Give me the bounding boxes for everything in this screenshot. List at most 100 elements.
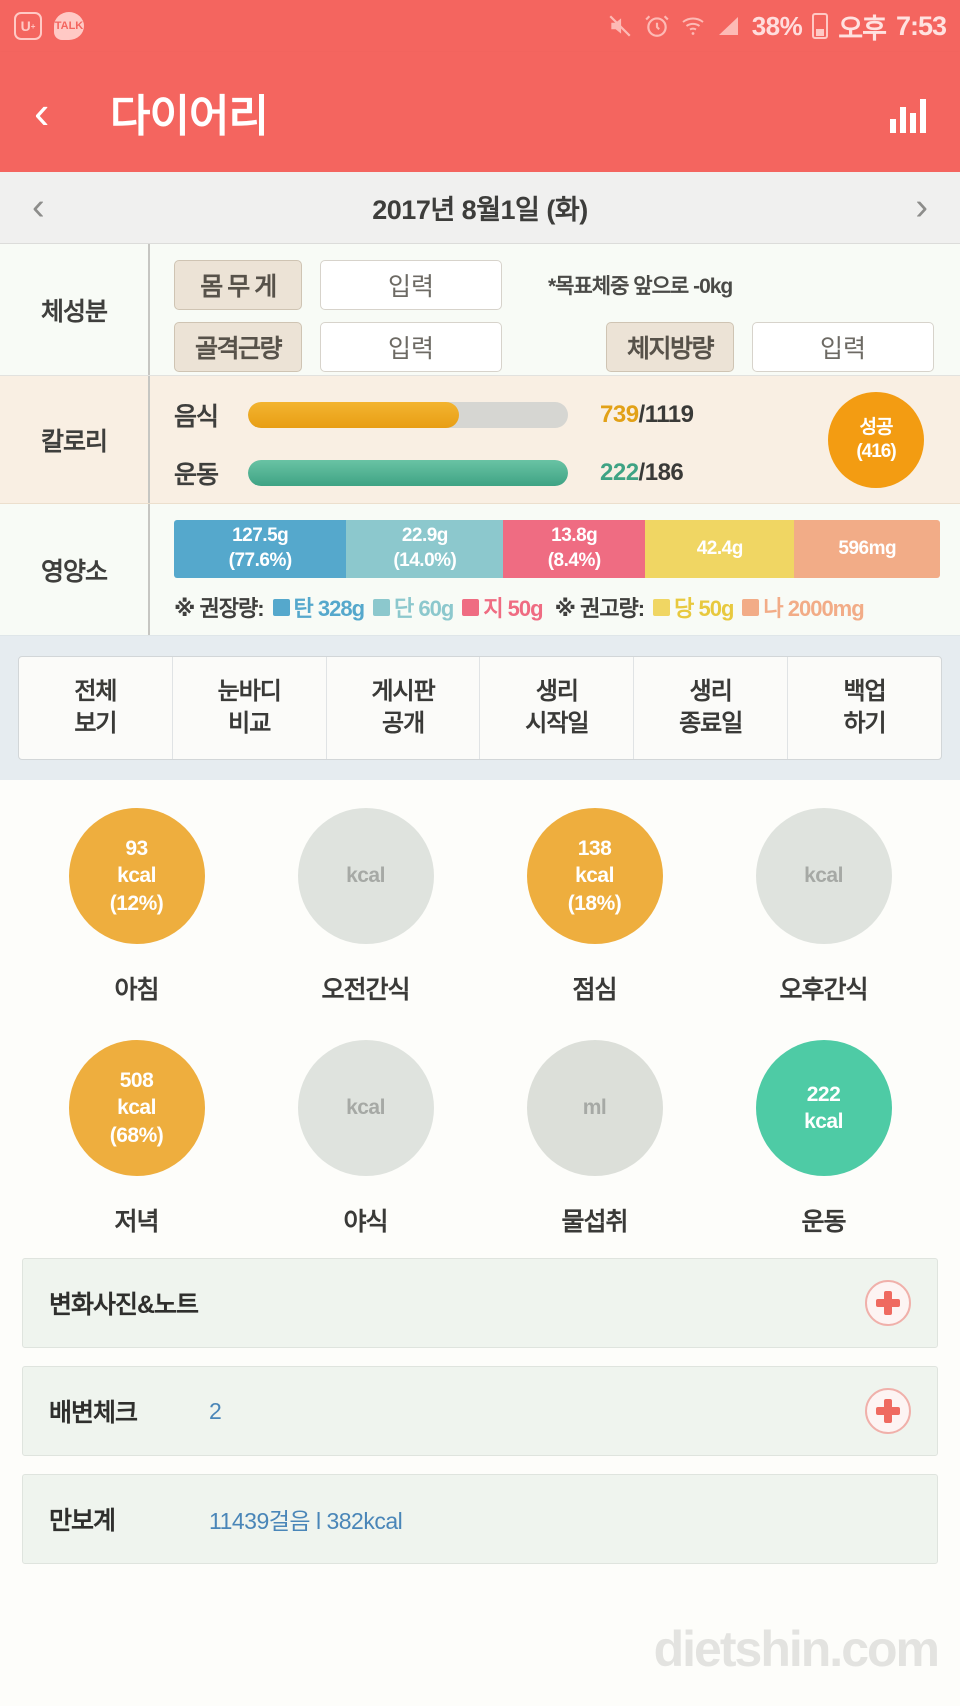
food-progress-fill — [248, 402, 460, 428]
food-label: 음식 — [174, 403, 219, 431]
tab-label-line2: 공개 — [381, 710, 425, 737]
nutrient-percent: (14.0%) — [393, 550, 457, 571]
nutrient-cell-2: 13.8g (8.4%) — [503, 520, 646, 578]
app-header: ‹ 다이어리 — [0, 52, 960, 172]
meal-circle-오전간식[interactable]: kcal — [297, 808, 434, 944]
goal-weight-note: *목표체중 앞으로 -0kg — [548, 275, 733, 298]
next-day-button[interactable]: › — [915, 186, 928, 229]
meal-circle-점심[interactable]: 138 kcal (18%) — [526, 808, 663, 944]
food-current: 739 — [600, 401, 639, 428]
exercise-current: 222 — [600, 459, 639, 486]
meal-circle-오후간식[interactable]: kcal — [755, 808, 892, 944]
nutrient-cell-4: 596mg — [794, 520, 940, 578]
meal-label: 야식 — [343, 1208, 388, 1236]
meal-percent: (18%) — [567, 891, 622, 915]
signal-icon — [716, 14, 742, 38]
advised-swatch-0 — [653, 598, 671, 616]
exercise-progress-fill — [248, 460, 568, 486]
battery-icon — [812, 13, 829, 39]
nutrient-amount: 13.8g — [551, 525, 598, 547]
status-bar-right-icons: 38% 오후 7:53 — [606, 7, 947, 46]
muscle-mass-label: 골격근량 — [174, 322, 302, 372]
meal-circle-아침[interactable]: 93 kcal (12%) — [68, 808, 205, 944]
meal-circle-물섭취[interactable]: ml — [526, 1040, 663, 1176]
meal-label: 물섭취 — [561, 1208, 628, 1236]
nutrient-amount: 127.5g — [232, 525, 289, 547]
recommended-label: ※ 권장량: — [174, 596, 265, 621]
meal-circle-야식[interactable]: kcal — [297, 1040, 434, 1176]
meal-circle-운동[interactable]: 222 kcal — [755, 1040, 892, 1176]
prev-day-button[interactable]: ‹ — [32, 186, 45, 229]
muscle-mass-input[interactable]: 입력 — [320, 322, 502, 372]
mute-vibrate-icon — [606, 13, 634, 39]
recommended-swatch-0 — [272, 598, 290, 616]
nutrient-cell-0: 127.5g (77.6%) — [174, 520, 347, 578]
body-composition-section: 체성분 몸 무 게 입력 *목표체중 앞으로 -0kg 골격근량 입력 체지방량… — [0, 244, 960, 376]
nutrient-legend: ※ 권장량: 탄 328g 단 60g 지 50g ※ 권고량: 당 50g 나 2000m… — [174, 591, 940, 623]
tab-label-line2: 하기 — [843, 710, 886, 737]
recommended-item-0: 탄 328g — [293, 596, 365, 621]
tab-3[interactable]: 생리 시작일 — [480, 657, 635, 759]
tab-label-line1: 게시판 — [371, 677, 435, 705]
clock-time: 7:53 — [895, 10, 947, 41]
meal-cell-점심: 138 kcal (18%) 점심 — [480, 808, 709, 1006]
status-bar: U + TALK 38% 오후 7:53 — [0, 0, 960, 52]
body-composition-body: 몸 무 게 입력 *목표체중 앞으로 -0kg 골격근량 입력 체지방량 입력 — [148, 244, 960, 375]
status-badge-title: 성공 — [859, 416, 894, 438]
tab-4[interactable]: 생리 종료일 — [634, 657, 789, 759]
plus-icon[interactable] — [865, 1280, 911, 1326]
bottom-row-2[interactable]: 만보계 11439걸음 l 382kcal — [22, 1474, 938, 1564]
meal-unit: kcal — [117, 864, 156, 888]
tab-5[interactable]: 백업 하기 — [788, 657, 941, 759]
u-plus-icon: U + — [14, 12, 42, 40]
body-fat-input[interactable]: 입력 — [752, 322, 934, 372]
nutrient-amount: 22.9g — [401, 525, 449, 547]
clock-period: 오후 — [838, 13, 887, 44]
calories-label: 칼로리 — [40, 427, 108, 456]
tab-0[interactable]: 전체 보기 — [19, 657, 173, 759]
bottom-row-0[interactable]: 변화사진&노트 — [22, 1258, 938, 1348]
status-badge-value: (416) — [856, 440, 896, 462]
meal-value: 138 — [577, 837, 612, 861]
meal-unit: kcal — [575, 864, 614, 888]
meal-cell-오후간식: kcal 오후간식 — [709, 808, 938, 1006]
exercise-calorie-row: 운동 222/186 — [174, 450, 940, 496]
bottom-row-value: 11439걸음 l 382kcal — [209, 1508, 403, 1534]
meal-label: 오전간식 — [321, 976, 410, 1004]
tab-2[interactable]: 게시판공개 — [327, 657, 481, 759]
bar-chart-icon[interactable] — [890, 91, 926, 133]
exercise-label: 운동 — [174, 461, 219, 489]
meal-unit: kcal — [804, 864, 843, 888]
food-calorie-values: 739/1119 — [600, 401, 694, 429]
body-fat-label: 체지방량 — [606, 322, 734, 372]
advised-label: ※ 권고량: — [554, 596, 646, 621]
bottom-row-1[interactable]: 배변체크 2 — [22, 1366, 938, 1456]
tab-1[interactable]: 눈바디 비교 — [173, 657, 327, 759]
plus-icon[interactable] — [865, 1388, 911, 1434]
bottom-row-value: 2 — [209, 1397, 222, 1424]
food-progress-track — [248, 402, 568, 428]
meal-cell-오전간식: kcal 오전간식 — [251, 808, 480, 1006]
recommended-item-2: 지 50g — [483, 596, 543, 621]
back-button[interactable]: ‹ — [34, 89, 68, 135]
advised-item-0: 당 50g — [674, 596, 734, 621]
nutrients-label: 영양소 — [40, 557, 108, 586]
recommended-swatch-2 — [462, 598, 480, 616]
calories-section: 칼로리 음식 739/1119 운동 222/186 성공 (416) — [0, 376, 960, 504]
meal-cell-야식: kcal 야식 — [251, 1040, 480, 1238]
tab-label-line2: 비교 — [228, 710, 271, 737]
meal-label: 오후간식 — [779, 976, 868, 1004]
body-composition-label: 체성분 — [40, 297, 108, 326]
tabs-section: 전체 보기 눈바디 비교 게시판 공개 생리 시작일 생리 종료일 백업 하기 — [0, 636, 960, 780]
nutrients-body: 127.5g (77.6%) 22.9g (14.0%) 13.8g (8.4%) 42.4… — [148, 504, 960, 635]
nutrient-percent: (77.6%) — [228, 550, 293, 571]
meal-circle-저녁[interactable]: 508 kcal (68%) — [68, 1040, 205, 1176]
date-navigator: ‹ 2017년 8월1일 (화) › — [0, 172, 960, 244]
weight-input[interactable]: 입력 — [320, 260, 502, 310]
nutrient-cell-1: 22.9g (14.0%) — [346, 520, 504, 578]
tab-bar: 전체 보기 눈바디 비교 게시판 공개 생리 시작일 생리 종료일 백업 하기 — [18, 656, 942, 760]
advised-item-1: 나 2000mg — [763, 596, 864, 621]
meal-percent: (68%) — [109, 1123, 164, 1147]
meal-value: 508 — [119, 1069, 154, 1093]
tab-label-line1: 생리 — [689, 677, 733, 705]
